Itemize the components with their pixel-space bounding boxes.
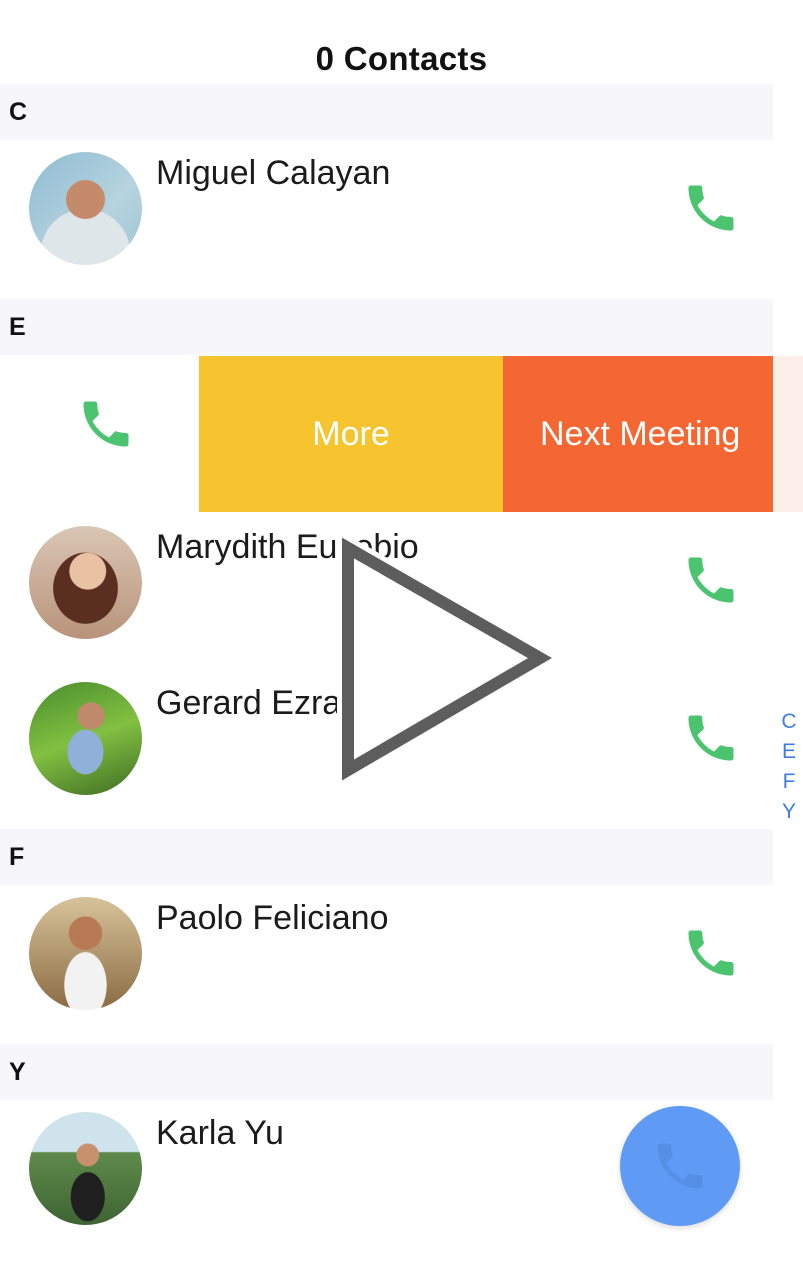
section-header-f: F bbox=[0, 829, 773, 885]
avatar bbox=[29, 897, 142, 1010]
avatar bbox=[29, 682, 142, 795]
avatar bbox=[29, 526, 142, 639]
section-header-y: Y bbox=[0, 1044, 773, 1100]
swiped-contact-row[interactable]: More Next Meeting bbox=[0, 356, 803, 514]
swipe-edge bbox=[773, 356, 803, 512]
contact-row-marydith[interactable]: Marydith Eusebio bbox=[0, 514, 773, 672]
phone-icon[interactable] bbox=[681, 708, 741, 768]
alphabet-index[interactable]: C E F Y bbox=[776, 707, 802, 827]
next-meeting-button[interactable]: Next Meeting bbox=[503, 356, 773, 512]
phone-icon[interactable] bbox=[681, 550, 741, 610]
contact-row-miguel[interactable]: Miguel Calayan bbox=[0, 140, 773, 298]
index-letter-f[interactable]: F bbox=[776, 767, 802, 797]
contact-row-gerard[interactable]: Gerard Ezra bbox=[0, 670, 773, 828]
contact-name: Miguel Calayan bbox=[156, 154, 391, 192]
index-letter-e[interactable]: E bbox=[776, 737, 802, 767]
contact-name: Gerard Ezra bbox=[156, 684, 342, 722]
contact-row-paolo[interactable]: Paolo Feliciano bbox=[0, 885, 773, 1043]
avatar bbox=[29, 152, 142, 265]
more-button[interactable]: More bbox=[199, 356, 503, 512]
phone-icon[interactable] bbox=[76, 394, 136, 454]
avatar bbox=[29, 1112, 142, 1225]
phone-icon bbox=[657, 1143, 703, 1189]
index-letter-y[interactable]: Y bbox=[776, 797, 802, 827]
section-header-e: E bbox=[0, 299, 773, 355]
contact-name: Marydith Eusebio bbox=[156, 528, 419, 566]
index-letter-c[interactable]: C bbox=[776, 707, 802, 737]
phone-icon[interactable] bbox=[681, 178, 741, 238]
call-fab[interactable] bbox=[620, 1106, 740, 1226]
phone-icon[interactable] bbox=[681, 923, 741, 983]
section-header-c: C bbox=[0, 84, 773, 140]
page-title: 0 Contacts bbox=[315, 40, 488, 77]
contact-name: Karla Yu bbox=[156, 1114, 284, 1152]
contact-name: Paolo Feliciano bbox=[156, 899, 389, 937]
